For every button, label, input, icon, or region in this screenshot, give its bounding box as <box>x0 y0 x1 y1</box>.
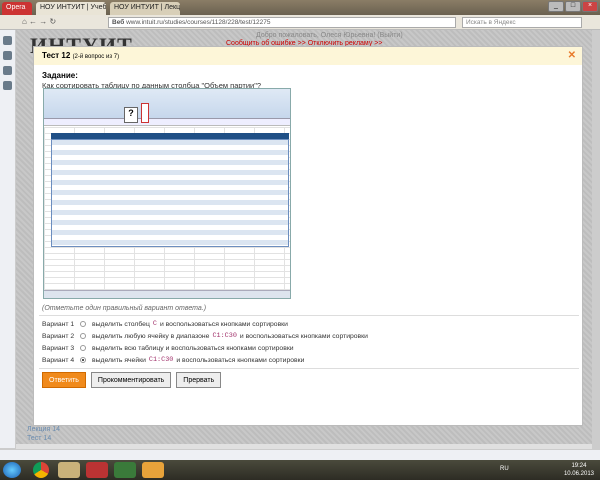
explorer-icon[interactable] <box>58 462 80 478</box>
excel-sheet-tabs <box>44 290 290 298</box>
option-4[interactable]: Вариант 4 выделить ячейки C1:C30 и воспольз… <box>39 354 579 366</box>
excel-table-body <box>51 139 289 247</box>
excel-ribbon <box>44 89 290 119</box>
opera-icon[interactable] <box>86 462 108 478</box>
notes-icon[interactable] <box>3 66 12 75</box>
minimize-button[interactable]: _ <box>548 1 564 12</box>
option-text-end: и воспользоваться кнопками сортировки <box>239 332 368 340</box>
radio-button-selected[interactable] <box>80 357 86 363</box>
radio-button[interactable] <box>80 321 86 327</box>
option-code: C <box>152 320 157 328</box>
dialog-header: Тест 12 (2-й вопрос из 7) <box>34 47 582 65</box>
dialog-title: Тест 12 <box>42 51 71 60</box>
close-window-button[interactable]: × <box>582 1 598 12</box>
tab-active[interactable]: НОУ ИНТУИТ | Учебн... <box>36 2 106 15</box>
welcome-text: Добро пожаловать, Олеся Юрьевна! (Выйти) <box>256 32 403 39</box>
option-text-end: и воспользоваться кнопками сортировки <box>176 356 305 364</box>
excel-screenshot: ? <box>43 88 291 299</box>
address-bar-row: ⌂ ← → ↻ Веб www.intuit.ru/studies/course… <box>0 15 600 30</box>
answer-hint: (Отметьте один правильный вариант ответа… <box>42 305 207 312</box>
option-label: Вариант 3 <box>42 344 75 352</box>
link-test-14[interactable]: Тест 14 <box>27 434 60 443</box>
browser-tab-bar: Opera НОУ ИНТУИТ | Учебн... НОУ ИНТУИТ |… <box>0 0 600 15</box>
tab-lecture[interactable]: НОУ ИНТУИТ | Лекци... <box>110 2 180 15</box>
answer-button[interactable]: Ответить <box>42 372 86 388</box>
paint-icon[interactable] <box>142 462 164 478</box>
url-text: www.intuit.ru/studies/courses/1128/228/t… <box>126 19 271 26</box>
option-text: выделить ячейки <box>92 356 146 364</box>
excel-icon[interactable] <box>114 462 136 478</box>
option-2[interactable]: Вариант 2 выделить любую ячейку в диапазо… <box>39 330 579 342</box>
opera-menu-button[interactable]: Opera <box>2 2 32 15</box>
start-button[interactable] <box>3 462 21 478</box>
option-code: C1:C30 <box>148 356 174 364</box>
sort-buttons-highlight <box>141 103 149 123</box>
search-input[interactable]: Искать в Яндекс <box>462 17 582 28</box>
radio-button[interactable] <box>80 333 86 339</box>
chrome-icon[interactable] <box>33 462 49 478</box>
maximize-button[interactable]: □ <box>565 1 581 12</box>
opera-sidebar <box>0 30 16 448</box>
url-field[interactable]: Веб www.intuit.ru/studies/courses/1128/2… <box>108 17 456 28</box>
windows-taskbar: RU 19:24 10.06.2013 <box>0 460 600 480</box>
option-label: Вариант 1 <box>42 320 75 328</box>
dialog-buttons: Ответить Прокомментировать Прервать <box>42 372 222 388</box>
language-indicator[interactable]: RU <box>500 466 509 472</box>
option-text: выделить столбец <box>92 320 150 328</box>
abort-button[interactable]: Прервать <box>176 372 222 388</box>
nav-icons[interactable]: ⌂ ← → ↻ <box>22 17 56 26</box>
dialog-subtitle: (2-й вопрос из 7) <box>72 54 120 60</box>
clock[interactable]: 19:24 10.06.2013 <box>564 462 594 478</box>
downloads-icon[interactable] <box>3 81 12 90</box>
option-label: Вариант 2 <box>42 332 75 340</box>
question-mark-icon: ? <box>124 107 138 123</box>
close-icon[interactable]: ✕ <box>568 50 576 61</box>
option-text-end: и воспользоваться кнопками сортировки <box>159 320 288 328</box>
url-prefix: Веб <box>112 19 125 26</box>
option-code: C1:C30 <box>212 332 237 340</box>
bookmarks-icon[interactable] <box>3 51 12 60</box>
browser-status-bar <box>0 449 600 460</box>
date: 10.06.2013 <box>563 471 594 477</box>
speed-dial-icon[interactable] <box>3 36 12 45</box>
comment-button[interactable]: Прокомментировать <box>90 372 172 388</box>
lecture-links: Лекция 14 Тест 14 <box>27 425 60 443</box>
option-1[interactable]: Вариант 1 выделить столбец Cи воспользоват… <box>39 318 579 330</box>
option-label: Вариант 4 <box>42 356 75 364</box>
option-text: выделить любую ячейку в диапазоне <box>92 332 210 340</box>
time: 19:24 <box>571 463 587 469</box>
option-text: выделить всю таблицу и воспользоваться к… <box>92 344 294 352</box>
radio-button[interactable] <box>80 345 86 351</box>
excel-formula-bar <box>44 119 290 126</box>
answer-options: Вариант 1 выделить столбец Cи воспользоват… <box>39 315 579 369</box>
link-lecture-14[interactable]: Лекция 14 <box>27 425 60 434</box>
task-label: Задание: <box>42 71 78 80</box>
option-3[interactable]: Вариант 3 выделить всю таблицу и воспольз… <box>39 342 579 354</box>
test-dialog: Тест 12 (2-й вопрос из 7) ✕ Задание: Как… <box>33 46 583 426</box>
